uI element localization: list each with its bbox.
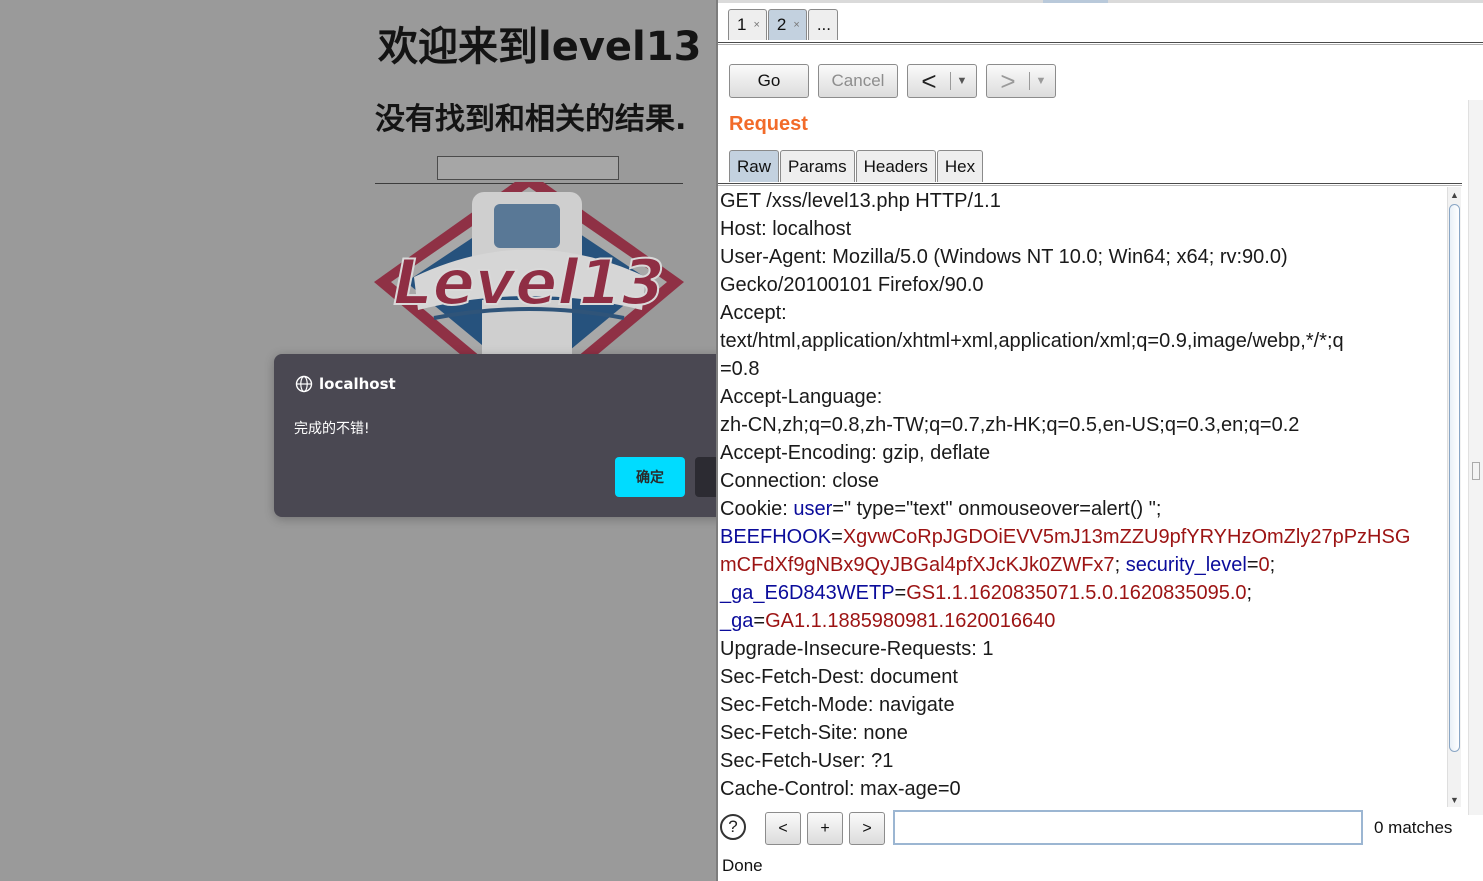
cookie-value-beefhook: XgvwCoRpJGDOiEVV5mJ13mZZU9pfYRYHzOmZly27… — [842, 526, 1411, 548]
back-button[interactable]: < ▼ — [907, 64, 977, 98]
cookie-line: Cookie: user=" type="text" onmouseover=a… — [718, 495, 1446, 523]
search-prev-button[interactable]: < — [765, 812, 801, 845]
request-heading: Request — [729, 113, 808, 135]
cookie-value-security-level: 0 — [1258, 554, 1270, 576]
cookie-line: _ga_E6D843WETP=GS1.1.1620835071.5.0.1620… — [720, 582, 1253, 604]
request-line: Accept: — [720, 302, 787, 324]
cookie-line: _ga=GA1.1.1885980981.1620016640 — [720, 610, 1056, 632]
ok-button[interactable]: 确定 — [615, 457, 685, 497]
tab-headers[interactable]: Headers — [855, 150, 936, 182]
cookie-value-ga: GA1.1.1885980981.1620016640 — [765, 610, 1056, 632]
panel-scrollbar[interactable] — [1468, 100, 1483, 815]
cookie-key-user: user — [793, 498, 833, 520]
request-line: Accept-Language: — [720, 386, 883, 408]
page-subtitle: 没有找到和相关的结果. — [375, 102, 687, 137]
request-line: text/html,application/xhtml+xml,applicat… — [720, 330, 1344, 352]
search-input[interactable] — [895, 812, 1361, 843]
cookie-key-ga: _ga — [720, 610, 754, 632]
tabs-divider — [718, 42, 1483, 45]
go-button[interactable]: Go — [729, 64, 809, 98]
request-line: Accept-Encoding: gzip, deflate — [720, 442, 991, 464]
help-icon[interactable]: ? — [720, 814, 746, 840]
request-editor[interactable]: GET /xss/level13.php HTTP/1.1 Host: loca… — [718, 187, 1446, 807]
alert-dialog: localhost 完成的不错! 确定 — [274, 354, 716, 517]
cookie-prefix: Cookie: — [720, 498, 794, 520]
request-tabs: 1 × 2 × ... — [728, 9, 839, 40]
alert-message: 完成的不错! — [294, 421, 370, 437]
level13-logo: Level13 — [374, 182, 684, 357]
tab-params[interactable]: Params — [780, 150, 855, 182]
request-line: GET /xss/level13.php HTTP/1.1 — [720, 190, 1001, 212]
scrollbar-thumb[interactable] — [1449, 204, 1460, 752]
cookie-value-beefhook-cont: mCFdXf9gNBx9QyJBGal4pfXJcKJk0ZWFx7 — [720, 554, 1115, 576]
cookie-line: mCFdXf9gNBx9QyJBGal4pfXJcKJk0ZWFx7; secu… — [720, 554, 1276, 576]
alert-origin-label: localhost — [319, 375, 396, 393]
request-line: Cache-Control: max-age=0 — [720, 778, 961, 800]
scroll-down-icon[interactable]: ▼ — [1450, 795, 1459, 805]
subtabs-divider — [718, 183, 1462, 186]
page-title: 欢迎来到level13 — [378, 24, 702, 70]
editor-scrollbar[interactable]: ▲ ▼ — [1447, 187, 1461, 807]
search-field — [893, 810, 1363, 845]
request-tab-label: 1 — [737, 15, 747, 34]
repeater-panel: 1 × 2 × ... Go Cancel < ▼ > ▼ Request Ra… — [716, 0, 1483, 881]
search-options-button[interactable]: + — [807, 812, 843, 845]
globe-icon — [295, 375, 313, 393]
cancel-button[interactable]: Cancel — [818, 64, 898, 98]
request-line: User-Agent: Mozilla/5.0 (Windows NT 10.0… — [720, 246, 1288, 268]
request-view-tabs: Raw Params Headers Hex — [729, 150, 984, 182]
status-text: Done — [722, 856, 763, 875]
request-line: Sec-Fetch-Mode: navigate — [720, 694, 955, 716]
resize-grip[interactable] — [1472, 462, 1480, 480]
close-icon[interactable]: × — [753, 19, 759, 31]
tab-hex[interactable]: Hex — [936, 150, 984, 182]
forward-button[interactable]: > ▼ — [986, 64, 1056, 98]
search-next-button[interactable]: > — [849, 812, 885, 845]
request-line: Sec-Fetch-Dest: document — [720, 666, 958, 688]
chevron-down-icon[interactable]: ▼ — [1030, 75, 1052, 87]
close-icon[interactable]: × — [793, 19, 799, 31]
request-tab-2[interactable]: 2 × — [767, 9, 807, 40]
forward-arrow-icon: > — [1000, 66, 1016, 96]
request-line: Host: localhost — [720, 218, 852, 240]
request-tab-1[interactable]: 1 × — [728, 9, 767, 40]
new-tab-button[interactable]: ... — [807, 9, 838, 40]
search-bar: ? < + > 0 matches — [718, 808, 1483, 848]
request-line: Sec-Fetch-Site: none — [720, 722, 908, 744]
match-count: 0 matches — [1374, 818, 1453, 837]
cookie-key-beefhook: BEEFHOOK — [720, 526, 832, 548]
request-line: zh-CN,zh;q=0.8,zh-TW;q=0.7,zh-HK;q=0.5,e… — [720, 414, 1300, 436]
browser-page: 欢迎来到level13 没有找到和相关的结果. Level13 localhos… — [0, 0, 716, 881]
request-line: Sec-Fetch-User: ?1 — [720, 750, 894, 772]
back-arrow-icon: < — [921, 66, 937, 96]
dialog-second-button[interactable] — [695, 457, 716, 497]
tool-tabs-strip — [718, 0, 1483, 3]
request-line: Gecko/20100101 Firefox/90.0 — [720, 274, 984, 296]
cookie-value-user: =" type="text" onmouseover=alert() "; — [832, 498, 1162, 520]
request-tab-label: 2 — [776, 15, 787, 34]
request-line: Connection: close — [720, 470, 879, 492]
request-line: Upgrade-Insecure-Requests: 1 — [720, 638, 994, 660]
alert-origin: localhost — [295, 375, 396, 393]
keyword-input[interactable] — [437, 156, 619, 180]
cookie-line: BEEFHOOK=XgvwCoRpJGDOiEVV5mJ13mZZU9pfYRY… — [720, 526, 1411, 548]
tab-raw[interactable]: Raw — [729, 150, 780, 182]
request-line: =0.8 — [720, 358, 760, 380]
chevron-down-icon[interactable]: ▼ — [951, 75, 973, 87]
cookie-value-ga-e6: GS1.1.1620835071.5.0.1620835095.0 — [906, 582, 1247, 604]
cookie-key-ga-e6: _ga_E6D843WETP — [720, 582, 895, 604]
new-tab-label: ... — [816, 15, 831, 34]
scroll-up-icon[interactable]: ▲ — [1450, 190, 1459, 200]
cookie-key-security-level: security_level — [1125, 554, 1247, 576]
